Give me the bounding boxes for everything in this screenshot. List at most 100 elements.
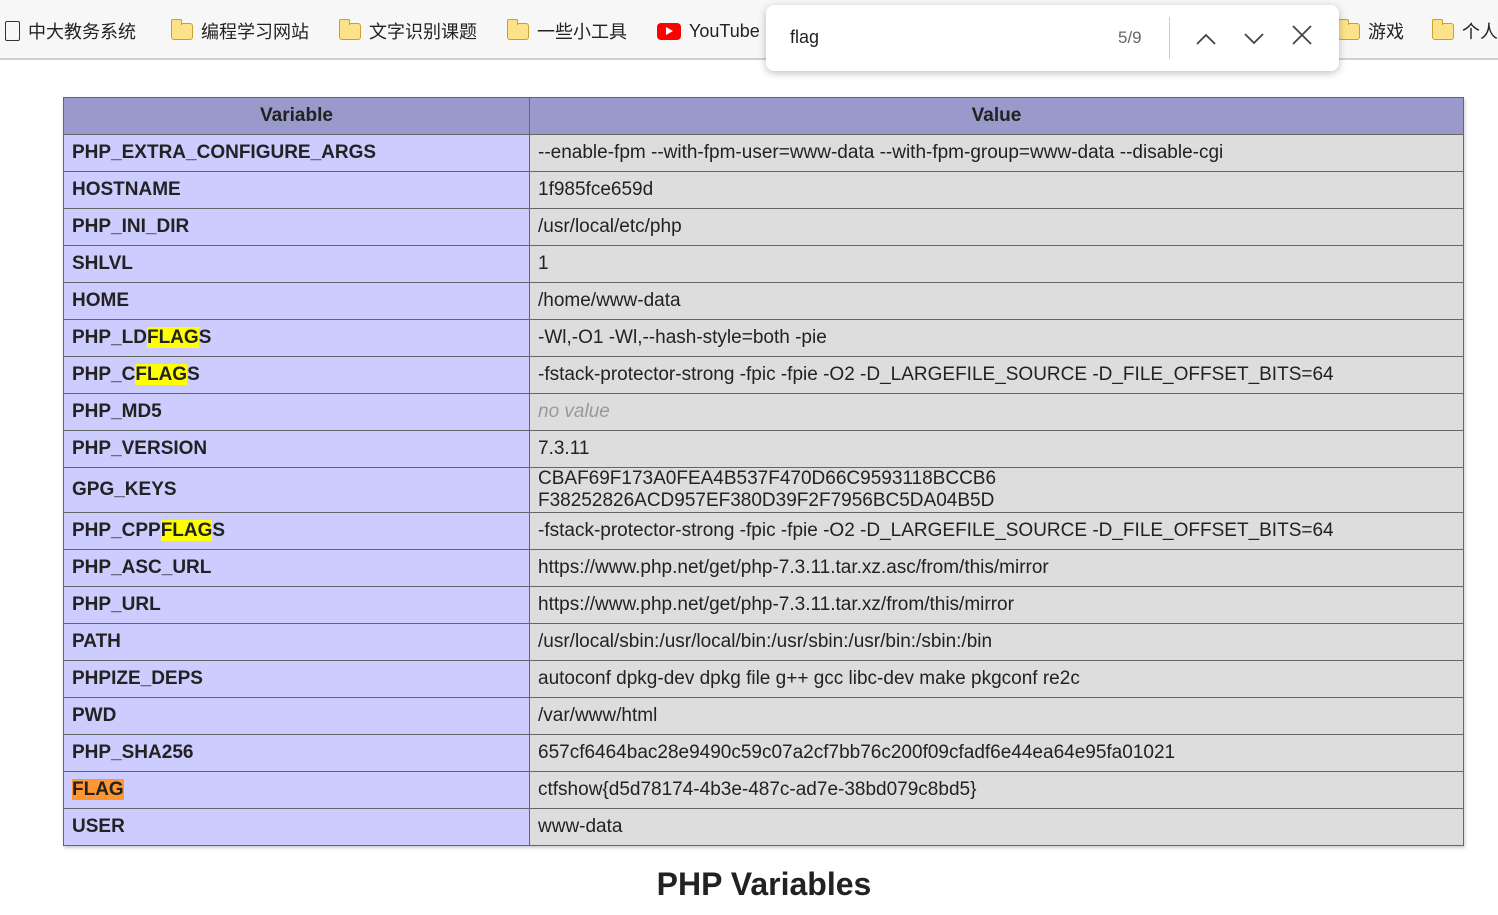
- find-bar: flag 5/9: [766, 5, 1339, 71]
- bookmark-label: 一些小工具: [537, 22, 627, 42]
- value-text: /usr/local/sbin:/usr/local/bin:/usr/sbin…: [538, 631, 993, 652]
- table-row: PHP_SHA256 657cf6464bac28e9490c59c07a2cf7…: [63, 734, 1464, 772]
- search-match: FLAG: [160, 520, 213, 541]
- bookmark-item[interactable]: 文字识别课题: [338, 18, 477, 43]
- folder-icon: [1431, 18, 1454, 40]
- value-text: 657cf6464bac28e9490c59c07a2cf7bb76c200f0…: [538, 742, 1176, 763]
- variable-name: PHP_MD5: [63, 393, 530, 431]
- variable-name-text: PHP_URL: [72, 594, 161, 615]
- value-text: https://www.php.net/get/php-7.3.11.tar.x…: [538, 594, 1014, 615]
- table-row: PHP_VERSION 7.3.11: [63, 430, 1464, 468]
- value-text: CBAF69F173A0FEA4B537F470D66C9593118BCCB6…: [538, 468, 997, 511]
- youtube-icon: [657, 22, 681, 40]
- variable-value: autoconf dpkg-dev dpkg file g++ gcc libc…: [529, 660, 1464, 698]
- value-text: --enable-fpm --with-fpm-user=www-data --…: [538, 142, 1224, 163]
- value-text: www-data: [538, 816, 623, 837]
- value-text: /var/www/html: [538, 705, 658, 726]
- variable-name-text: PHP_VERSION: [72, 438, 208, 459]
- variable-value: CBAF69F173A0FEA4B537F470D66C9593118BCCB6…: [529, 467, 1464, 513]
- variable-name: USER: [63, 808, 530, 846]
- folder-icon: [338, 18, 361, 40]
- variable-name-text: PHP_INI_DIR: [72, 216, 190, 237]
- value-text: 1f985fce659d: [538, 179, 654, 200]
- table-row: PHP_EXTRA_CONFIGURE_ARGS --enable-fpm --w…: [63, 134, 1464, 172]
- variable-name-text: PHP_EXTRA_CONFIGURE_ARGS: [72, 142, 377, 163]
- folder-icon: [170, 18, 193, 40]
- variable-name: PHP_CPPFLAGS: [63, 512, 530, 550]
- bookmark-label: 中大教务系统: [28, 22, 136, 42]
- variable-name-text: PHP_CPP: [72, 520, 161, 541]
- variable-name: PHP_LDFLAGS: [63, 319, 530, 357]
- variable-name: PHP_INI_DIR: [63, 208, 530, 246]
- variable-value: https://www.php.net/get/php-7.3.11.tar.x…: [529, 586, 1464, 624]
- variable-value: 1: [529, 245, 1464, 283]
- variable-name: HOME: [63, 282, 530, 320]
- value-text: autoconf dpkg-dev dpkg file g++ gcc libc…: [538, 668, 1080, 689]
- bookmark-item[interactable]: 编程学习网站: [170, 18, 309, 43]
- bookmark-item[interactable]: 中大教务系统: [5, 19, 136, 43]
- bookmark-item[interactable]: YouTube: [657, 19, 760, 43]
- variable-value: /home/www-data: [529, 282, 1464, 320]
- variable-name-text: S: [212, 520, 226, 541]
- table-row: SHLVL 1: [63, 245, 1464, 283]
- bookmark-label: YouTube: [689, 20, 760, 41]
- table-row: HOSTNAME 1f985fce659d: [63, 171, 1464, 209]
- bookmark-label: 游戏: [1368, 22, 1404, 42]
- table-row: USER www-data: [63, 808, 1464, 846]
- variable-value: /var/www/html: [529, 697, 1464, 735]
- variable-value: https://www.php.net/get/php-7.3.11.tar.x…: [529, 549, 1464, 587]
- variable-value: -Wl,-O1 -Wl,--hash-style=both -pie: [529, 319, 1464, 357]
- table-row: PWD/var/www/html: [63, 697, 1464, 735]
- table-row: PATH/usr/local/sbin:/usr/local/bin:/usr/…: [63, 623, 1464, 661]
- search-match: FLAG: [135, 364, 188, 385]
- column-header-variable: Variable: [63, 97, 530, 135]
- environment-table: Variable Value PHP_EXTRA_CONFIGURE_ARGS -…: [63, 97, 1464, 846]
- find-match-count: 5/9: [1118, 28, 1142, 47]
- variable-value: ctfshow{d5d78174-4b3e-487c-ad7e-38bd079c…: [529, 771, 1464, 809]
- variable-name: FLAG: [63, 771, 530, 809]
- variable-name-text: PHP_ASC_URL: [72, 557, 212, 578]
- variable-name: PHP_VERSION: [63, 430, 530, 468]
- variable-value: 657cf6464bac28e9490c59c07a2cf7bb76c200f0…: [529, 734, 1464, 772]
- value-text: -Wl,-O1 -Wl,--hash-style=both -pie: [538, 327, 827, 348]
- bookmark-item[interactable]: 游戏: [1337, 18, 1404, 43]
- no-value-text: no value: [538, 401, 610, 422]
- chevron-up-icon[interactable]: [1191, 23, 1221, 53]
- table-row: PHP_CPPFLAGS -fstack-protector-strong -fp…: [63, 512, 1464, 550]
- section-title-php-variables: PHP Variables: [656, 866, 872, 902]
- table-row: PHPIZE_DEPS autoconf dpkg-dev dpkg file g…: [63, 660, 1464, 698]
- bookmark-item[interactable]: 一些小工具: [506, 18, 627, 43]
- value-text: -fstack-protector-strong -fpic -fpie -O2…: [538, 520, 1334, 541]
- variable-name: PHP_URL: [63, 586, 530, 624]
- variable-name: PATH: [63, 623, 530, 661]
- variable-name: SHLVL: [63, 245, 530, 283]
- page-icon: [5, 21, 20, 41]
- close-icon[interactable]: [1287, 23, 1317, 53]
- variable-name: PHP_EXTRA_CONFIGURE_ARGS: [63, 134, 530, 172]
- table-row: PHP_INI_DIR/usr/local/etc/php: [63, 208, 1464, 246]
- table-row: PHP_MD5 no value: [63, 393, 1464, 431]
- variable-value: 7.3.11: [529, 430, 1464, 468]
- variable-name: PHPIZE_DEPS: [63, 660, 530, 698]
- variable-value: /usr/local/sbin:/usr/local/bin:/usr/sbin…: [529, 623, 1464, 661]
- variable-name-text: S: [198, 327, 212, 348]
- chevron-down-icon[interactable]: [1239, 23, 1269, 53]
- variable-name-text: PATH: [72, 631, 121, 652]
- bookmark-label: 编程学习网站: [201, 22, 309, 42]
- column-header-value: Value: [529, 97, 1464, 135]
- variable-name-text: PHP_C: [72, 364, 136, 385]
- value-text: https://www.php.net/get/php-7.3.11.tar.x…: [538, 557, 1049, 578]
- find-input[interactable]: flag: [790, 27, 819, 48]
- variable-value: /usr/local/etc/php: [529, 208, 1464, 246]
- value-text: 1: [538, 253, 549, 274]
- variable-name-text: GPG_KEYS: [72, 479, 177, 500]
- variable-name-text: PWD: [72, 705, 117, 726]
- variable-name-text: S: [187, 364, 200, 385]
- bookmark-label: 个人: [1462, 22, 1498, 42]
- bookmark-item[interactable]: 个人: [1431, 18, 1498, 43]
- table-row: PHP_CFLAGS -fstack-protector-strong -fpic…: [63, 356, 1464, 394]
- variable-name: PHP_CFLAGS: [63, 356, 530, 394]
- value-text: ctfshow{d5d78174-4b3e-487c-ad7e-38bd079c…: [538, 779, 977, 800]
- folder-icon: [1337, 18, 1360, 40]
- value-text: -fstack-protector-strong -fpic -fpie -O2…: [538, 364, 1334, 385]
